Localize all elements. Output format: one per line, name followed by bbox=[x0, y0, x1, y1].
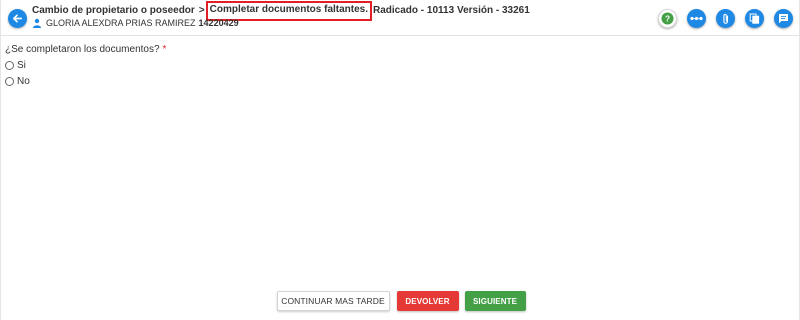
radio-label: Si bbox=[17, 60, 26, 71]
more-icon bbox=[690, 16, 703, 21]
next-button[interactable]: SIGUIENTE bbox=[464, 291, 526, 311]
radio-button[interactable] bbox=[5, 77, 14, 86]
help-button[interactable]: ? bbox=[658, 9, 677, 28]
return-button[interactable]: DEVOLVER bbox=[396, 291, 459, 311]
back-button[interactable] bbox=[8, 9, 27, 28]
user-icon bbox=[33, 18, 41, 28]
copy-icon bbox=[749, 13, 760, 24]
svg-text:?: ? bbox=[665, 14, 670, 24]
required-mark: * bbox=[162, 44, 167, 55]
task-header: Cambio de propietario o poseedor > Compl… bbox=[1, 0, 800, 36]
radio-option-no[interactable]: No bbox=[5, 76, 30, 87]
breadcrumb: Cambio de propietario o poseedor > Compl… bbox=[32, 0, 530, 21]
more-button[interactable] bbox=[687, 9, 706, 28]
documents-button[interactable] bbox=[745, 9, 764, 28]
attachments-button[interactable] bbox=[716, 9, 735, 28]
user-id: 14220429 bbox=[198, 18, 239, 28]
breadcrumb-separator: > bbox=[198, 5, 205, 16]
continue-later-button[interactable]: CONTINUAR MAS TARDE bbox=[276, 291, 390, 311]
radio-button[interactable] bbox=[5, 61, 14, 70]
action-bar: CONTINUAR MAS TARDE DEVOLVER SIGUIENTE bbox=[1, 291, 800, 311]
comments-icon bbox=[779, 14, 788, 24]
question-label: ¿Se completaron los documentos? * bbox=[5, 44, 166, 55]
task-page: Cambio de propietario o poseedor > Compl… bbox=[0, 0, 800, 320]
question-text: ¿Se completaron los documentos? bbox=[5, 44, 160, 55]
comments-button[interactable] bbox=[774, 9, 793, 28]
radio-label: No bbox=[17, 76, 30, 87]
header-actions: ? bbox=[658, 9, 793, 28]
attachment-icon bbox=[722, 13, 728, 24]
radio-option-si[interactable]: Si bbox=[5, 60, 26, 71]
breadcrumb-parent[interactable]: Cambio de propietario o poseedor bbox=[32, 5, 195, 16]
user-info: GLORIA ALEXDRA PRIAS RAMIREZ 14220429 bbox=[32, 17, 239, 29]
help-icon: ? bbox=[661, 12, 674, 25]
back-arrow-icon bbox=[13, 14, 22, 23]
radicado-info: Radicado - 10113 Versión - 33261 bbox=[373, 5, 530, 16]
user-name: GLORIA ALEXDRA PRIAS RAMIREZ bbox=[46, 18, 196, 28]
